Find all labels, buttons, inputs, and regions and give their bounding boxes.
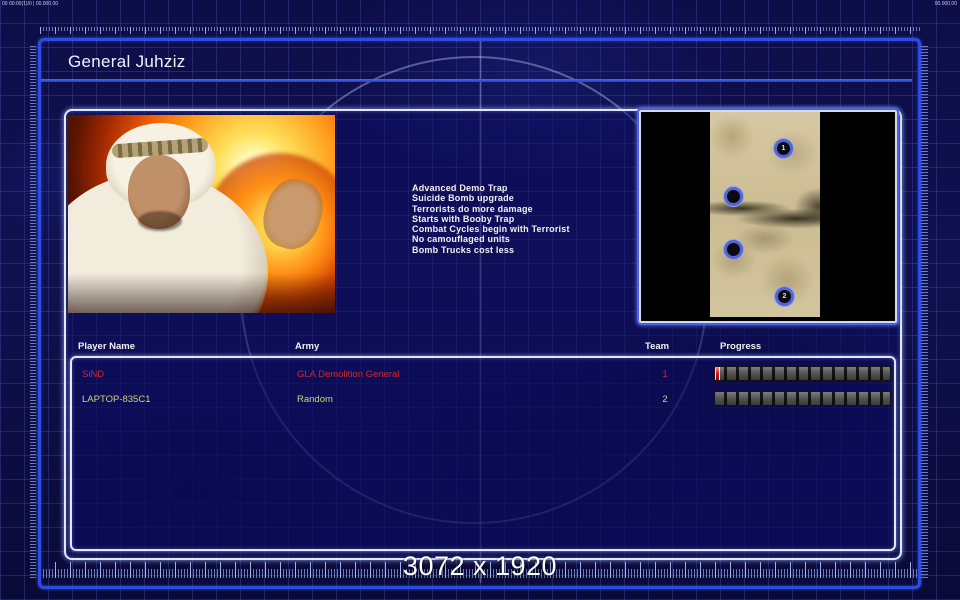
ability-item: Advanced Demo Trap (412, 183, 508, 193)
player-army: Random (297, 394, 333, 405)
general-portrait-image (68, 115, 335, 313)
player-team: 2 (662, 394, 668, 405)
column-header-army: Army (295, 341, 320, 352)
debug-status-right: 00.000.00 (934, 1, 957, 7)
ability-item: Starts with Booby Trap (412, 213, 515, 224)
map-start-marker-1: 1 (774, 139, 793, 158)
portrait-beard (138, 211, 182, 231)
column-header-progress: Progress (720, 341, 762, 352)
ability-item: Terrorists do more damage (412, 203, 533, 214)
loading-progress-fill (715, 367, 720, 380)
general-abilities-list: Advanced Demo Trap Suicide Bomb upgrade … (412, 183, 570, 255)
ability-item: No camouflaged units (412, 234, 511, 245)
ability-item: Bomb Trucks cost less (412, 244, 515, 255)
ruler-right-ticks (921, 46, 928, 580)
general-title: General Juhziz (68, 52, 186, 71)
ability-item: Combat Cycles begin with Terrorist (412, 224, 570, 235)
player-row: SiND GLA Demolition General 1 (72, 364, 894, 388)
player-name: SiND (82, 369, 105, 380)
debug-status-left: 00 00:00(1)/0 | 00.000.00 (2, 1, 59, 7)
loading-screen-background: 00 00:00(1)/0 | 00.000.00 00.000.00 Gene… (0, 0, 960, 600)
map-preview-panel: 1 2 (637, 108, 899, 325)
map-start-marker-empty (724, 240, 743, 259)
portrait-shadow (68, 273, 335, 313)
map-start-marker-empty (724, 187, 743, 206)
column-header-player-name: Player Name (78, 341, 136, 352)
map-marker-label: 1 (781, 145, 786, 152)
player-team: 1 (662, 369, 668, 380)
map-preview-image (710, 112, 820, 317)
ruler-top-major-ticks (40, 27, 920, 34)
player-row: LAPTOP-835C1 Random 2 (72, 389, 894, 413)
resolution-label: 3072 x 1920 (402, 551, 558, 581)
loading-progress-bar (714, 391, 891, 406)
player-army: GLA Demolition General (297, 369, 400, 380)
title-divider (41, 79, 912, 82)
map-marker-label: 2 (782, 293, 787, 300)
ruler-left-ticks (30, 46, 36, 580)
loading-progress-bar (714, 366, 891, 381)
player-list-panel: SiND GLA Demolition General 1 LAPTOP-835… (70, 356, 896, 551)
ability-item: Suicide Bomb upgrade (412, 193, 515, 204)
column-header-team: Team (645, 341, 670, 352)
map-start-marker-2: 2 (775, 287, 794, 306)
player-name: LAPTOP-835C1 (82, 394, 151, 405)
